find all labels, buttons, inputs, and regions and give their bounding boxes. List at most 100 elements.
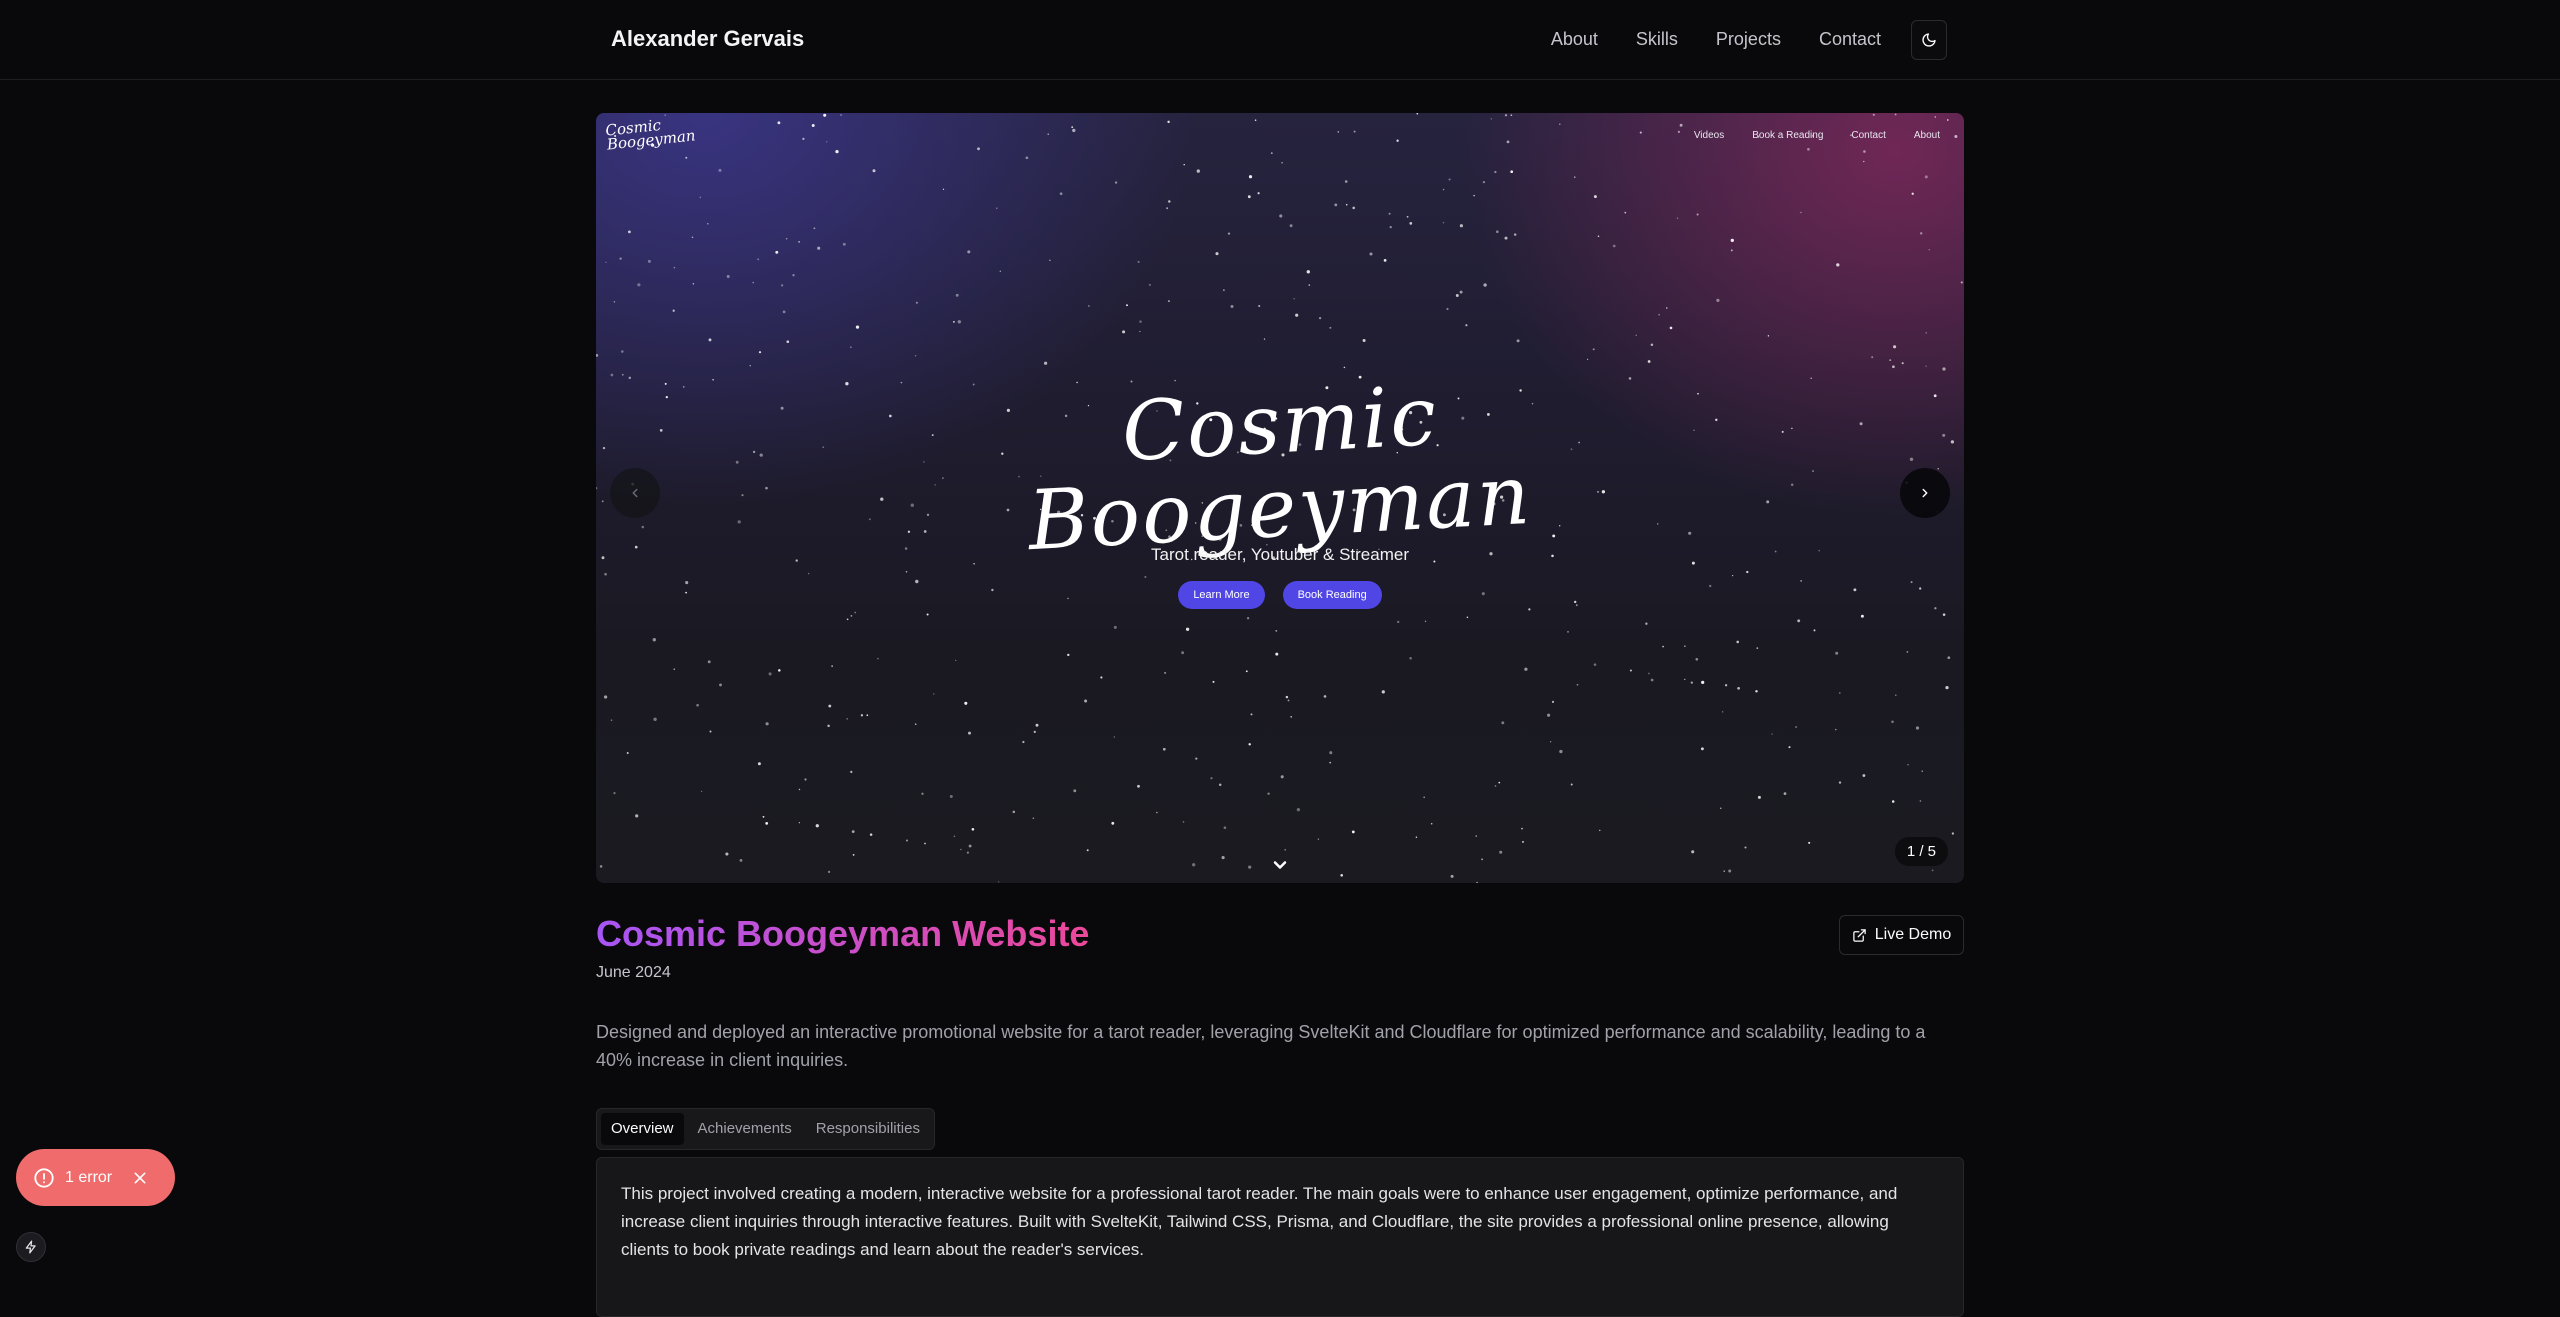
error-indicator[interactable]: 1 error bbox=[16, 1149, 175, 1206]
star bbox=[700, 790, 703, 793]
star bbox=[1813, 629, 1816, 632]
star bbox=[1499, 850, 1503, 854]
star bbox=[1863, 150, 1866, 153]
star bbox=[926, 613, 929, 616]
star bbox=[1862, 774, 1866, 777]
star bbox=[1860, 614, 1864, 618]
star bbox=[1719, 807, 1722, 809]
star bbox=[1498, 781, 1501, 784]
star bbox=[778, 669, 781, 672]
star bbox=[708, 338, 712, 342]
star bbox=[696, 703, 699, 707]
dev-tools-button[interactable] bbox=[16, 1232, 46, 1262]
star bbox=[1800, 211, 1802, 214]
bolt-icon bbox=[25, 1240, 36, 1254]
star bbox=[1071, 126, 1074, 128]
moon-icon bbox=[1922, 33, 1936, 47]
live-demo-button[interactable]: Live Demo bbox=[1839, 915, 1964, 955]
nav-contact[interactable]: Contact bbox=[1819, 29, 1881, 50]
star bbox=[1647, 360, 1651, 363]
close-icon[interactable] bbox=[132, 1170, 148, 1186]
star bbox=[1494, 785, 1497, 787]
star bbox=[955, 293, 959, 297]
star bbox=[1275, 630, 1278, 632]
star bbox=[1506, 140, 1510, 144]
theme-toggle-button[interactable] bbox=[1911, 20, 1947, 60]
star bbox=[914, 723, 917, 725]
star bbox=[1911, 192, 1914, 195]
star bbox=[707, 223, 709, 225]
main-nav: About Skills Projects Contact bbox=[1551, 29, 1881, 50]
nav-skills[interactable]: Skills bbox=[1636, 29, 1678, 50]
star bbox=[1501, 721, 1505, 725]
tab-overview[interactable]: Overview bbox=[601, 1113, 684, 1145]
star bbox=[1597, 235, 1600, 238]
star bbox=[1679, 123, 1683, 127]
star bbox=[792, 274, 795, 277]
star bbox=[712, 378, 714, 381]
star bbox=[1783, 792, 1787, 795]
carousel-prev-button[interactable] bbox=[610, 468, 660, 518]
learn-more-button: Learn More bbox=[1178, 581, 1265, 609]
chevron-left-icon bbox=[632, 488, 638, 498]
tab-responsibilities[interactable]: Responsibilities bbox=[806, 1113, 930, 1145]
star bbox=[1086, 849, 1089, 852]
star bbox=[652, 638, 656, 642]
nav-about[interactable]: About bbox=[1551, 29, 1598, 50]
star bbox=[1757, 795, 1761, 799]
star bbox=[1043, 361, 1048, 365]
site-brand[interactable]: Alexander Gervais bbox=[611, 26, 804, 52]
book-reading-button: Book Reading bbox=[1282, 581, 1382, 609]
star bbox=[672, 309, 675, 312]
project-description: Designed and deployed an interactive pro… bbox=[596, 1022, 1926, 1070]
star bbox=[1381, 690, 1385, 694]
star bbox=[1139, 320, 1142, 323]
star bbox=[860, 714, 864, 717]
star bbox=[1650, 343, 1654, 347]
star bbox=[1921, 770, 1923, 772]
star bbox=[1137, 784, 1140, 788]
star bbox=[1934, 116, 1937, 118]
star bbox=[1954, 135, 1958, 138]
star bbox=[1210, 777, 1213, 780]
star bbox=[1162, 747, 1166, 751]
preview-nav-videos: Videos bbox=[1693, 130, 1725, 141]
star bbox=[1012, 810, 1016, 814]
star bbox=[1344, 180, 1348, 183]
star bbox=[1033, 730, 1036, 734]
star bbox=[1196, 169, 1200, 173]
star bbox=[1317, 838, 1320, 840]
star bbox=[1524, 667, 1528, 671]
star bbox=[1164, 671, 1167, 674]
star bbox=[1455, 294, 1459, 297]
star bbox=[855, 325, 860, 329]
star bbox=[1690, 681, 1693, 684]
star bbox=[1084, 699, 1088, 703]
star bbox=[777, 121, 781, 125]
star bbox=[664, 114, 666, 116]
star bbox=[1406, 215, 1409, 218]
star bbox=[775, 250, 779, 254]
star bbox=[653, 717, 657, 721]
star bbox=[964, 701, 968, 705]
star bbox=[1248, 865, 1252, 869]
carousel-next-button[interactable] bbox=[1900, 468, 1950, 518]
star bbox=[673, 266, 676, 269]
star bbox=[725, 852, 729, 856]
star bbox=[802, 137, 805, 141]
star bbox=[1144, 575, 1147, 579]
star bbox=[628, 376, 632, 380]
star bbox=[1049, 259, 1051, 262]
star bbox=[1797, 619, 1801, 623]
star bbox=[1035, 723, 1039, 727]
star bbox=[621, 350, 624, 353]
star bbox=[968, 731, 971, 735]
star bbox=[699, 196, 702, 199]
star bbox=[762, 815, 765, 818]
star bbox=[1248, 743, 1251, 746]
nav-projects[interactable]: Projects bbox=[1716, 29, 1781, 50]
star bbox=[637, 283, 641, 287]
alert-circle-icon bbox=[34, 1167, 54, 1188]
scroll-down-indicator bbox=[1270, 855, 1290, 880]
tab-achievements[interactable]: Achievements bbox=[688, 1113, 802, 1145]
